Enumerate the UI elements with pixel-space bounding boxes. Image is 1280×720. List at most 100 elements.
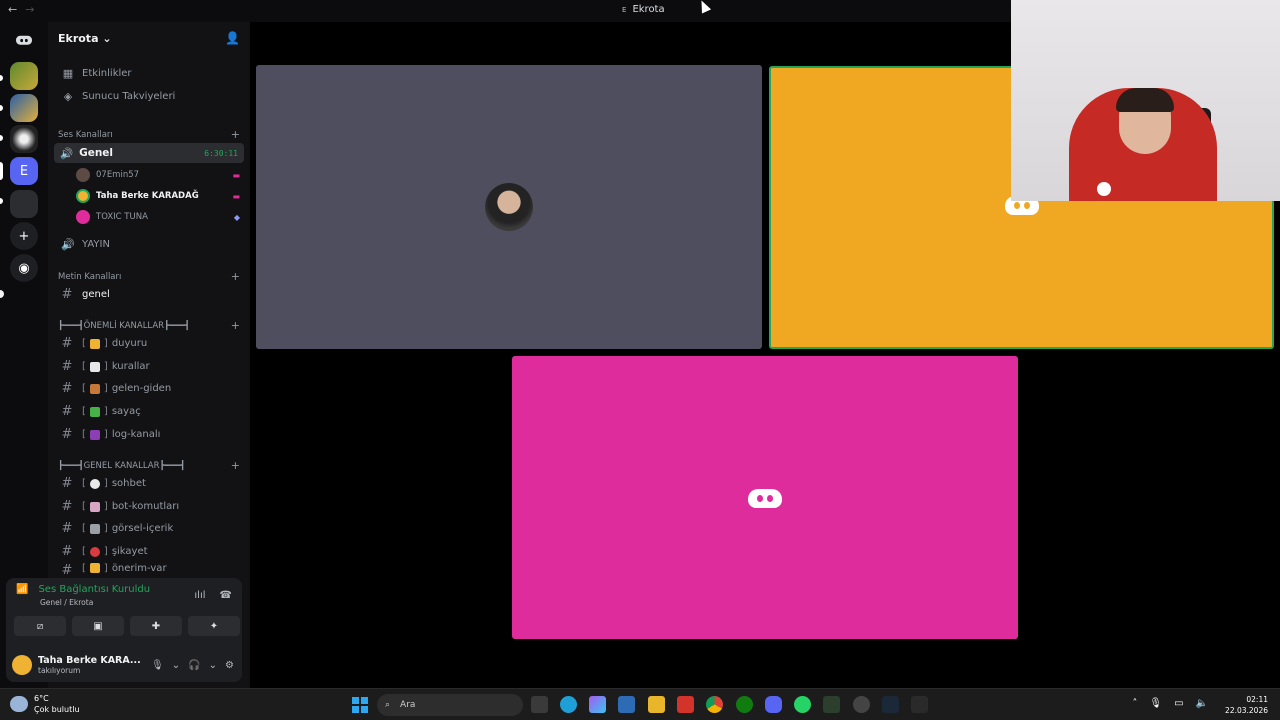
epic-games-icon[interactable] xyxy=(911,696,928,713)
add-channel-icon[interactable]: + xyxy=(231,128,240,141)
hash-icon: # xyxy=(61,404,73,419)
search-icon: ⌕ xyxy=(385,700,391,710)
voice-connection-panel: 📶 Ses Bağlantısı Kuruldu Genel / Ekrota … xyxy=(6,578,242,682)
discord-taskbar-icon[interactable] xyxy=(765,696,782,713)
network-icon[interactable]: ▭ xyxy=(1174,698,1183,709)
noise-suppression-icon[interactable]: ılıl xyxy=(194,590,205,601)
disconnect-icon[interactable]: ☎ xyxy=(220,590,232,601)
channel-kurallar[interactable]: #[] kurallar xyxy=(54,356,244,377)
screen-share-button[interactable]: ▣ xyxy=(72,616,124,636)
activities-button[interactable]: ✚ xyxy=(130,616,182,636)
channel-genel[interactable]: # genel xyxy=(54,284,244,305)
category-important[interactable]: ┣━━━┫ÖNEMLİ KANALLAR┣━━━┫ + xyxy=(58,319,240,332)
category-voice[interactable]: Ses Kanalları + xyxy=(58,128,240,141)
store-icon[interactable] xyxy=(618,696,635,713)
voice-channel-yayin[interactable]: 🔊 YAYIN xyxy=(54,233,244,255)
channel-duyuru[interactable]: #[] duyuru xyxy=(54,333,244,354)
channel-sayac[interactable]: #[] sayaç xyxy=(54,401,244,422)
video-tile-3[interactable] xyxy=(512,356,1018,639)
channel-sikayet[interactable]: #[] şikayet xyxy=(54,541,244,562)
camera-off-button[interactable]: ⧄ xyxy=(14,616,66,636)
server-indicator xyxy=(0,75,3,81)
forward-arrow-icon[interactable]: → xyxy=(25,3,34,16)
chrome-icon[interactable] xyxy=(706,696,723,713)
voice-user[interactable]: Taha Berke KARADAĞ ▬ xyxy=(76,186,244,206)
volume-icon[interactable]: 🔈 xyxy=(1196,698,1208,709)
hash-icon: # xyxy=(61,544,73,559)
hash-icon: # xyxy=(61,381,73,396)
keyboard-emoji-icon xyxy=(89,523,100,534)
server-name: Ekrota xyxy=(58,31,99,45)
voice-user[interactable]: 07Emin57 ▬ xyxy=(76,165,244,185)
soundboard-button[interactable]: ✦ xyxy=(188,616,240,636)
task-view-icon[interactable] xyxy=(531,696,548,713)
nvidia-icon[interactable] xyxy=(823,696,840,713)
weather-widget[interactable]: 6°C Çok bulutlu xyxy=(10,693,80,715)
avatar xyxy=(76,210,90,224)
xbox-icon[interactable] xyxy=(736,696,753,713)
channel-bot-komutlari[interactable]: #[] bot-komutları xyxy=(54,496,244,517)
add-channel-icon[interactable]: + xyxy=(231,270,240,283)
voice-user[interactable]: TOXIC TUNA ◆ xyxy=(76,207,244,227)
add-server-icon[interactable]: + xyxy=(10,222,38,250)
discord-logo-icon xyxy=(748,486,782,510)
category-text[interactable]: Metin Kanalları + xyxy=(58,270,240,283)
hash-icon: # xyxy=(61,427,73,442)
hash-icon: # xyxy=(61,476,73,491)
signal-icon: 📶 xyxy=(16,584,29,595)
folder-icon[interactable] xyxy=(648,696,665,713)
server-indicator-active xyxy=(0,162,3,180)
avatar xyxy=(485,183,533,231)
back-arrow-icon[interactable]: ← xyxy=(8,3,17,16)
voice-channel-genel[interactable]: 🔊 Genel 6:30:11 xyxy=(54,143,244,163)
discord-home-icon[interactable] xyxy=(10,26,38,54)
server-icon-5[interactable] xyxy=(10,190,38,218)
channel-gelen-giden[interactable]: #[] gelen-giden xyxy=(54,378,244,399)
clock[interactable]: 02:11 22.03.2026 xyxy=(1225,694,1268,716)
hash-icon: # xyxy=(61,287,73,302)
microphone-icon[interactable]: 🎙 xyxy=(1149,698,1162,709)
category-general[interactable]: ┣━━━┫GENEL KANALLAR┣━━━┫ + xyxy=(58,459,240,472)
copilot-icon[interactable] xyxy=(589,696,606,713)
add-channel-icon[interactable]: + xyxy=(231,459,240,472)
headphones-icon[interactable]: 🎧 xyxy=(188,660,200,671)
server-header[interactable]: Ekrota ⌄ 👤 xyxy=(48,22,250,54)
ghost-emoji-icon xyxy=(89,501,100,512)
window-title: E Ekrota xyxy=(622,4,665,15)
avatar xyxy=(76,189,90,203)
microphone-icon[interactable]: 🎙 xyxy=(151,660,164,671)
chevron-down-icon[interactable]: ⌄ xyxy=(172,660,180,671)
server-icon-2[interactable] xyxy=(10,94,38,122)
server-icon-1[interactable] xyxy=(10,62,38,90)
channel-sohbet[interactable]: #[] sohbet xyxy=(54,473,244,494)
speaker-icon: 🔊 xyxy=(60,147,74,160)
add-channel-icon[interactable]: + xyxy=(231,319,240,332)
channel-log-kanali[interactable]: #[] log-kanalı xyxy=(54,424,244,445)
invite-people-icon[interactable]: 👤 xyxy=(225,31,240,45)
search-input[interactable]: ⌕ Ara xyxy=(377,694,523,716)
boost-icon: ◈ xyxy=(63,89,73,103)
user-panel[interactable]: Taha Berke KARA... takılıyorum 🎙 ⌄ 🎧 ⌄ ⚙ xyxy=(12,652,234,678)
channel-onerim-var[interactable]: #[] önerim-var xyxy=(54,563,244,577)
chevron-down-icon[interactable]: ⌄ xyxy=(209,660,217,671)
edge-icon[interactable] xyxy=(560,696,577,713)
server-icon-ekrota[interactable]: E xyxy=(10,157,38,185)
server-indicator xyxy=(0,198,3,204)
explore-icon[interactable]: ◉ xyxy=(10,254,38,282)
server-icon-3[interactable] xyxy=(10,125,38,153)
steam-icon[interactable] xyxy=(882,696,899,713)
speaker-icon: 🔊 xyxy=(61,237,75,251)
avatar xyxy=(12,655,32,675)
video-tile-1[interactable] xyxy=(256,65,762,349)
whatsapp-icon[interactable] xyxy=(794,696,811,713)
channel-gorsel-icerik[interactable]: #[] görsel-içerik xyxy=(54,518,244,539)
gear-icon[interactable]: ⚙ xyxy=(225,660,234,671)
wps-icon[interactable] xyxy=(677,696,694,713)
hash-icon: # xyxy=(61,336,73,351)
chevron-up-icon[interactable]: ˄ xyxy=(1132,698,1137,709)
sidebar-item-boosts[interactable]: ◈ Sunucu Takviyeleri xyxy=(54,85,244,107)
bell-emoji-icon xyxy=(89,338,100,349)
app-icon[interactable] xyxy=(853,696,870,713)
sidebar-item-events[interactable]: ▦ Etkinlikler xyxy=(54,62,244,84)
start-button[interactable] xyxy=(352,697,368,713)
